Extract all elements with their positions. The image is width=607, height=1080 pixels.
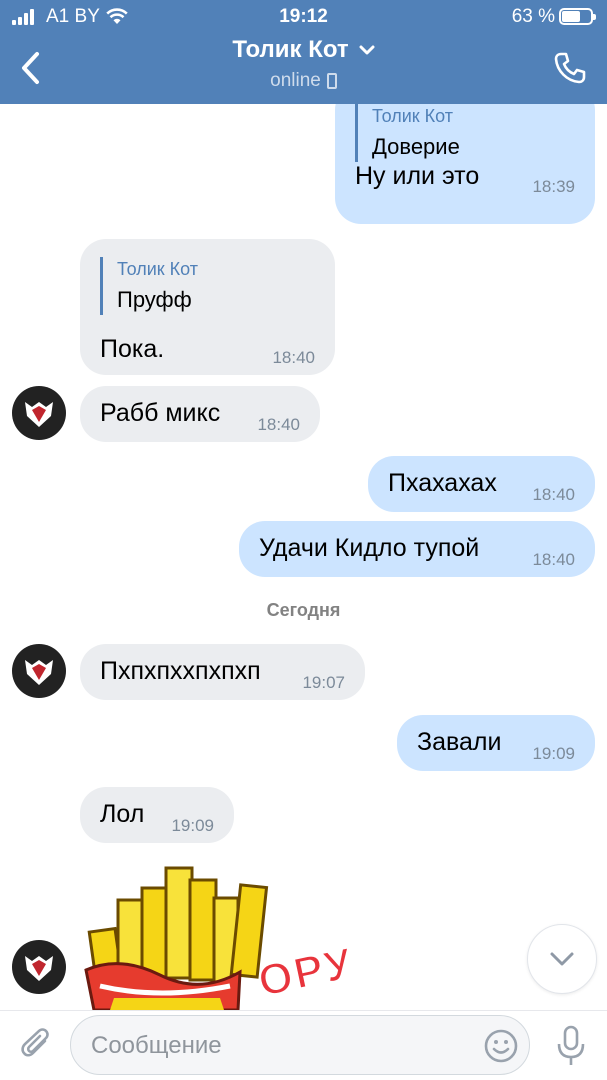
message-outgoing[interactable]: Пхахахах 18:40 <box>368 456 595 512</box>
message-incoming[interactable]: Пхпхпххпхпхп 19:07 <box>80 644 365 700</box>
reply-quote[interactable]: Толик Кот Пруфф <box>100 257 198 315</box>
message-incoming[interactable]: Рабб микс 18:40 <box>80 386 320 442</box>
message-time: 19:07 <box>302 673 345 692</box>
message-incoming[interactable]: Толик Кот Пруфф Пока. 18:40 <box>80 239 335 375</box>
message-time: 18:40 <box>532 485 575 504</box>
date-separator: Сегодня <box>266 600 341 620</box>
composer <box>0 1010 607 1080</box>
quote-author: Толик Кот <box>117 259 198 279</box>
message-time: 19:09 <box>171 816 214 835</box>
mobile-icon <box>326 73 337 89</box>
message-time: 18:40 <box>532 550 575 569</box>
message-input[interactable] <box>91 1028 471 1064</box>
avatar[interactable] <box>12 644 66 698</box>
contact-name: Толик Кот <box>232 36 349 63</box>
chat-title[interactable]: Толик Кот online <box>120 36 487 92</box>
status-bar: A1 BY 19:12 63 % <box>0 0 607 34</box>
quote-author: Толик Кот <box>372 106 453 126</box>
shield-logo-icon <box>25 402 53 427</box>
back-button[interactable] <box>10 46 50 90</box>
scroll-to-bottom-button[interactable] <box>527 924 597 994</box>
message-time: 18:40 <box>257 415 300 434</box>
voice-message-button[interactable] <box>553 1021 589 1071</box>
message-text: Удачи Кидло тупой <box>259 534 480 562</box>
avatar[interactable] <box>12 386 66 440</box>
attach-icon <box>21 1028 49 1057</box>
message-text: Завали <box>417 728 502 756</box>
message-outgoing[interactable]: Удачи Кидло тупой 18:40 <box>239 521 595 577</box>
quote-text: Доверие <box>372 134 460 159</box>
message-text: Рабб микс <box>100 399 221 427</box>
emoji-icon <box>484 1029 518 1063</box>
attach-button[interactable] <box>16 1023 56 1067</box>
message-text: Пхпхпххпхпхп <box>100 657 261 685</box>
shield-logo-icon <box>25 660 53 685</box>
mic-icon <box>557 1025 585 1065</box>
phone-icon <box>554 52 586 84</box>
chevron-down-icon <box>550 952 574 966</box>
reply-quote[interactable]: Толик Кот Доверие <box>355 104 460 162</box>
battery-icon <box>559 8 596 25</box>
shield-logo-icon <box>25 956 53 981</box>
message-outgoing[interactable]: Завали 19:09 <box>397 715 595 771</box>
message-outgoing[interactable]: Толик Кот Доверие Ну или это 18:39 <box>335 104 595 224</box>
emoji-button[interactable] <box>483 1028 519 1064</box>
message-time: 19:09 <box>532 744 575 763</box>
battery-percent: 63 % <box>511 6 555 27</box>
chevron-down-icon <box>359 45 375 55</box>
avatar[interactable] <box>12 940 66 994</box>
message-list[interactable]: Толик Кот Доверие Ну или это 18:39 Толик… <box>0 104 607 1010</box>
message-text: Ну или это <box>355 162 480 190</box>
sticker-fries[interactable]: ОРУ <box>80 860 370 1010</box>
message-text: Пхахахах <box>388 469 497 497</box>
message-time: 18:40 <box>272 348 315 367</box>
message-text: Пока. <box>100 335 165 363</box>
message-text: Лол <box>100 800 145 828</box>
top-bar: A1 BY 19:12 63 % Толик Кот online <box>0 0 607 104</box>
back-chevron-icon <box>22 52 39 84</box>
message-time: 18:39 <box>532 177 575 196</box>
presence-status: online <box>270 70 321 91</box>
quote-text: Пруфф <box>117 287 192 312</box>
call-button[interactable] <box>547 46 593 90</box>
message-input-box[interactable] <box>70 1015 530 1075</box>
message-incoming[interactable]: Лол 19:09 <box>80 787 234 843</box>
